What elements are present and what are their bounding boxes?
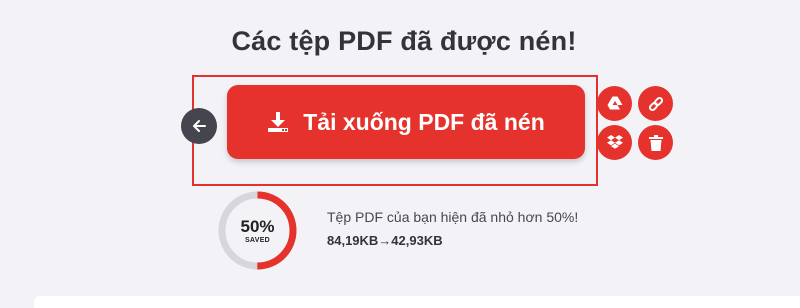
page-title: Các tệp PDF đã được nén! (231, 26, 577, 56)
savings-saved-label: SAVED (244, 236, 271, 244)
download-compressed-pdf-button[interactable]: Tải xuống PDF đã nén (227, 85, 585, 159)
result-file-sizes: 84,19KB→42,93KB (327, 233, 443, 248)
savings-indicator: 50% SAVED (218, 191, 297, 270)
link-icon (648, 96, 663, 111)
delete-button[interactable] (638, 125, 673, 160)
savings-percent: 50% (240, 216, 275, 236)
arrow-left-icon (193, 120, 206, 132)
trash-icon (648, 134, 663, 151)
save-to-dropbox-button[interactable] (597, 125, 632, 160)
dropbox-icon (606, 135, 623, 149)
download-button-label: Tải xuống PDF đã nén (303, 108, 545, 135)
back-button[interactable] (181, 108, 217, 144)
bottom-panel (34, 296, 800, 308)
copy-link-button[interactable] (638, 86, 673, 121)
save-to-google-drive-button[interactable] (597, 86, 632, 121)
result-message: Tệp PDF của bạn hiện đã nhỏ hơn 50%! (327, 209, 579, 225)
download-icon (267, 111, 289, 133)
google-drive-icon (607, 96, 622, 110)
